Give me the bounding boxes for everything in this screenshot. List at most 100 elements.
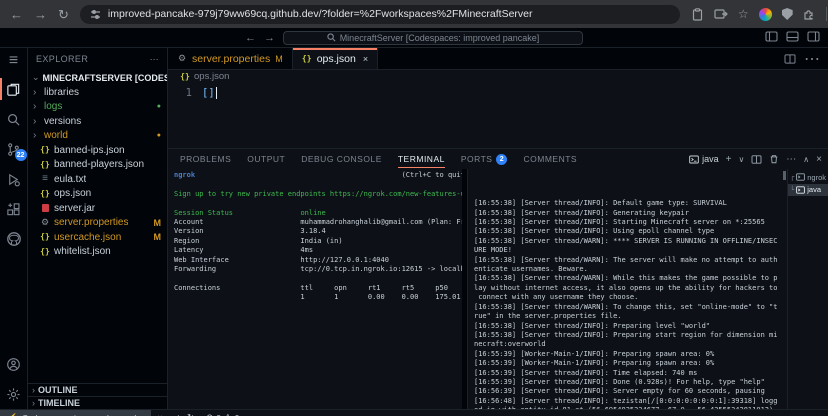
- search-activity-icon[interactable]: [0, 104, 28, 134]
- maximize-panel-icon[interactable]: ∧: [803, 155, 809, 164]
- terminal-line: [16:55:38] [Server thread/WARN]: **** SE…: [474, 237, 787, 246]
- terminal-icon: [689, 155, 699, 164]
- extensions-puzzle-icon[interactable]: [803, 8, 816, 21]
- terminal-profile[interactable]: java: [689, 154, 719, 164]
- kill-terminal-trash-icon[interactable]: [769, 154, 779, 164]
- toggle-sidebar-icon[interactable]: [765, 31, 778, 42]
- explorer-sidebar: EXPLORER ⋯ ⌄ MINECRAFTSERVER [CODESPACES…: [28, 48, 168, 409]
- browser-refresh-icon[interactable]: ↻: [58, 8, 69, 21]
- panel-tab-terminal[interactable]: TERMINAL: [398, 149, 445, 169]
- explorer-item-eula.txt[interactable]: eula.txt: [28, 172, 167, 187]
- panel-tab-problems[interactable]: PROBLEMS: [180, 149, 231, 169]
- editor-cursor: [216, 87, 218, 99]
- explorer-title: EXPLORER: [36, 54, 88, 64]
- customize-layout-icon[interactable]: [807, 31, 820, 42]
- editor-code-text: []: [202, 87, 215, 99]
- open-in-window-icon[interactable]: [714, 8, 728, 20]
- explorer-item-banned-players.json[interactable]: banned-players.json: [28, 158, 167, 173]
- outline-section[interactable]: › OUTLINE: [28, 383, 167, 396]
- terminal-text: Session Status: [174, 209, 233, 217]
- explorer-item-versions[interactable]: › versions: [28, 114, 167, 129]
- breadcrumb[interactable]: ops.json: [168, 70, 828, 83]
- editor-more-actions-icon[interactable]: ⋯: [804, 49, 820, 69]
- history-forward-icon[interactable]: →: [264, 32, 275, 44]
- editor-tab-server.properties[interactable]: server.propertiesM: [168, 48, 293, 69]
- terminal-icon: [796, 186, 805, 194]
- browser-forward-icon[interactable]: →: [34, 8, 47, 21]
- explorer-item-label: server.properties: [54, 217, 128, 228]
- explorer-item-world[interactable]: ›world●: [28, 129, 167, 144]
- terminal-line: [16:55:38] [Server thread/INFO]: Startin…: [474, 218, 787, 227]
- explorer-item-libraries[interactable]: ›libraries: [28, 85, 167, 100]
- explorer-item-server.properties[interactable]: server.propertiesM: [28, 216, 167, 231]
- shield-extension-icon[interactable]: [782, 8, 793, 20]
- editor-tab-ops.json[interactable]: ops.json ×: [293, 48, 378, 69]
- branch-label: main: [166, 413, 184, 416]
- explorer-item-usercache.json[interactable]: usercache.jsonM: [28, 230, 167, 245]
- browser-back-icon[interactable]: ←: [10, 8, 23, 21]
- ngrok-terminal-pane[interactable]: ngrok (Ctrl+C to quit) Sign up to try ne…: [168, 169, 462, 409]
- explorer-item-logs[interactable]: ›logs●: [28, 100, 167, 115]
- editor-content[interactable]: 1[]: [168, 83, 828, 148]
- toggle-panel-icon[interactable]: [786, 31, 799, 42]
- tab-close-icon[interactable]: ×: [363, 54, 368, 64]
- github-activity-icon[interactable]: [0, 224, 28, 254]
- history-back-icon[interactable]: ←: [245, 32, 256, 44]
- panel-tab-ports[interactable]: PORTS2: [461, 149, 508, 169]
- explorer-item-whitelist.json[interactable]: whitelist.json: [28, 245, 167, 260]
- terminal-list-item-ngrok[interactable]: ┌ngrok: [788, 171, 828, 184]
- branch-indicator[interactable]: ⑂ main ↻: [151, 412, 200, 416]
- extensions-activity-icon[interactable]: [0, 194, 28, 224]
- timeline-section[interactable]: › TIMELINE: [28, 396, 167, 409]
- menu-icon[interactable]: ≡: [0, 48, 28, 74]
- settings-gear-icon[interactable]: [0, 379, 28, 409]
- explorer-item-label: versions: [44, 116, 81, 127]
- color-wheel-extension-icon[interactable]: [759, 8, 772, 21]
- remote-indicator[interactable]: ⚡ Codespaces: improved pancake: [0, 410, 151, 416]
- terminal-line: Region India (in): [174, 237, 462, 246]
- run-debug-activity-icon[interactable]: [0, 164, 28, 194]
- terminal-scrollbar[interactable]: [783, 171, 786, 180]
- terminal-text: Web Interface http://127.0.0.1:4040: [174, 256, 389, 264]
- vscode-titlebar: ← → MinecraftServer [Codespaces: improve…: [0, 28, 828, 48]
- panel-tab-debug-console[interactable]: DEBUG CONSOLE: [301, 149, 382, 169]
- explorer-item-label: ops.json: [54, 188, 91, 199]
- terminal-area: ngrok (Ctrl+C to quit) Sign up to try ne…: [168, 169, 828, 409]
- address-bar[interactable]: improved-pancake-979j79ww69cq.github.dev…: [80, 5, 680, 24]
- accounts-icon[interactable]: [0, 349, 28, 379]
- panel-more-actions-icon[interactable]: ⋯: [786, 154, 796, 165]
- terminal-line: [16:55:38] [Server thread/INFO]: Prepari…: [474, 322, 787, 331]
- split-editor-icon[interactable]: [784, 54, 796, 64]
- workspace-section-header[interactable]: ⌄ MINECRAFTSERVER [CODESPACES: IMPRO...: [28, 70, 167, 85]
- site-settings-icon[interactable]: [90, 9, 101, 20]
- folder-chevron-icon: ›: [33, 116, 40, 127]
- chevron-right-icon: ›: [32, 385, 35, 395]
- editor-tab-label: ops.json: [317, 53, 356, 65]
- terminal-line: Account muhammadrohanghalib@gmail.com (P…: [174, 218, 462, 227]
- bookmark-star-icon[interactable]: ☆: [738, 8, 749, 20]
- close-panel-icon[interactable]: ×: [816, 154, 822, 165]
- txt-file-icon: [40, 174, 50, 184]
- terminal-dropdown-icon[interactable]: ∨: [738, 155, 744, 164]
- java-terminal-pane[interactable]: [16:55:38] [Server thread/INFO]: Default…: [467, 169, 787, 409]
- panel-tab-comments[interactable]: COMMENTS: [523, 149, 577, 169]
- explorer-item-ops.json[interactable]: ops.json: [28, 187, 167, 202]
- terminal-line: [16:55:38] [Server thread/INFO]: Generat…: [474, 209, 787, 218]
- panel-tab-output[interactable]: OUTPUT: [247, 149, 285, 169]
- terminal-line: Web Interface http://127.0.0.1:4040: [174, 256, 462, 265]
- explorer-item-banned-ips.json[interactable]: banned-ips.json: [28, 143, 167, 158]
- source-control-activity-icon[interactable]: 22: [0, 134, 28, 164]
- json-file-icon: [302, 55, 312, 63]
- clipboard-icon[interactable]: [691, 8, 704, 21]
- split-terminal-icon[interactable]: [751, 155, 762, 164]
- terminal-text: 1 1 0.00 0.00 175.01 17.40: [174, 293, 462, 301]
- new-terminal-icon[interactable]: +: [726, 154, 732, 165]
- explorer-more-actions-icon[interactable]: ⋯: [150, 54, 159, 65]
- problems-indicator[interactable]: ⊗ 0 ⚠ 0: [200, 412, 245, 416]
- explorer-item-server.jar[interactable]: server.jar: [28, 201, 167, 216]
- url-text: improved-pancake-979j79ww69cq.github.dev…: [108, 8, 533, 20]
- terminal-list-item-java[interactable]: └java: [788, 184, 828, 197]
- command-center-search[interactable]: MinecraftServer [Codespaces: improved pa…: [283, 31, 583, 45]
- line-number: 1: [168, 87, 202, 99]
- explorer-activity-icon[interactable]: [0, 74, 28, 104]
